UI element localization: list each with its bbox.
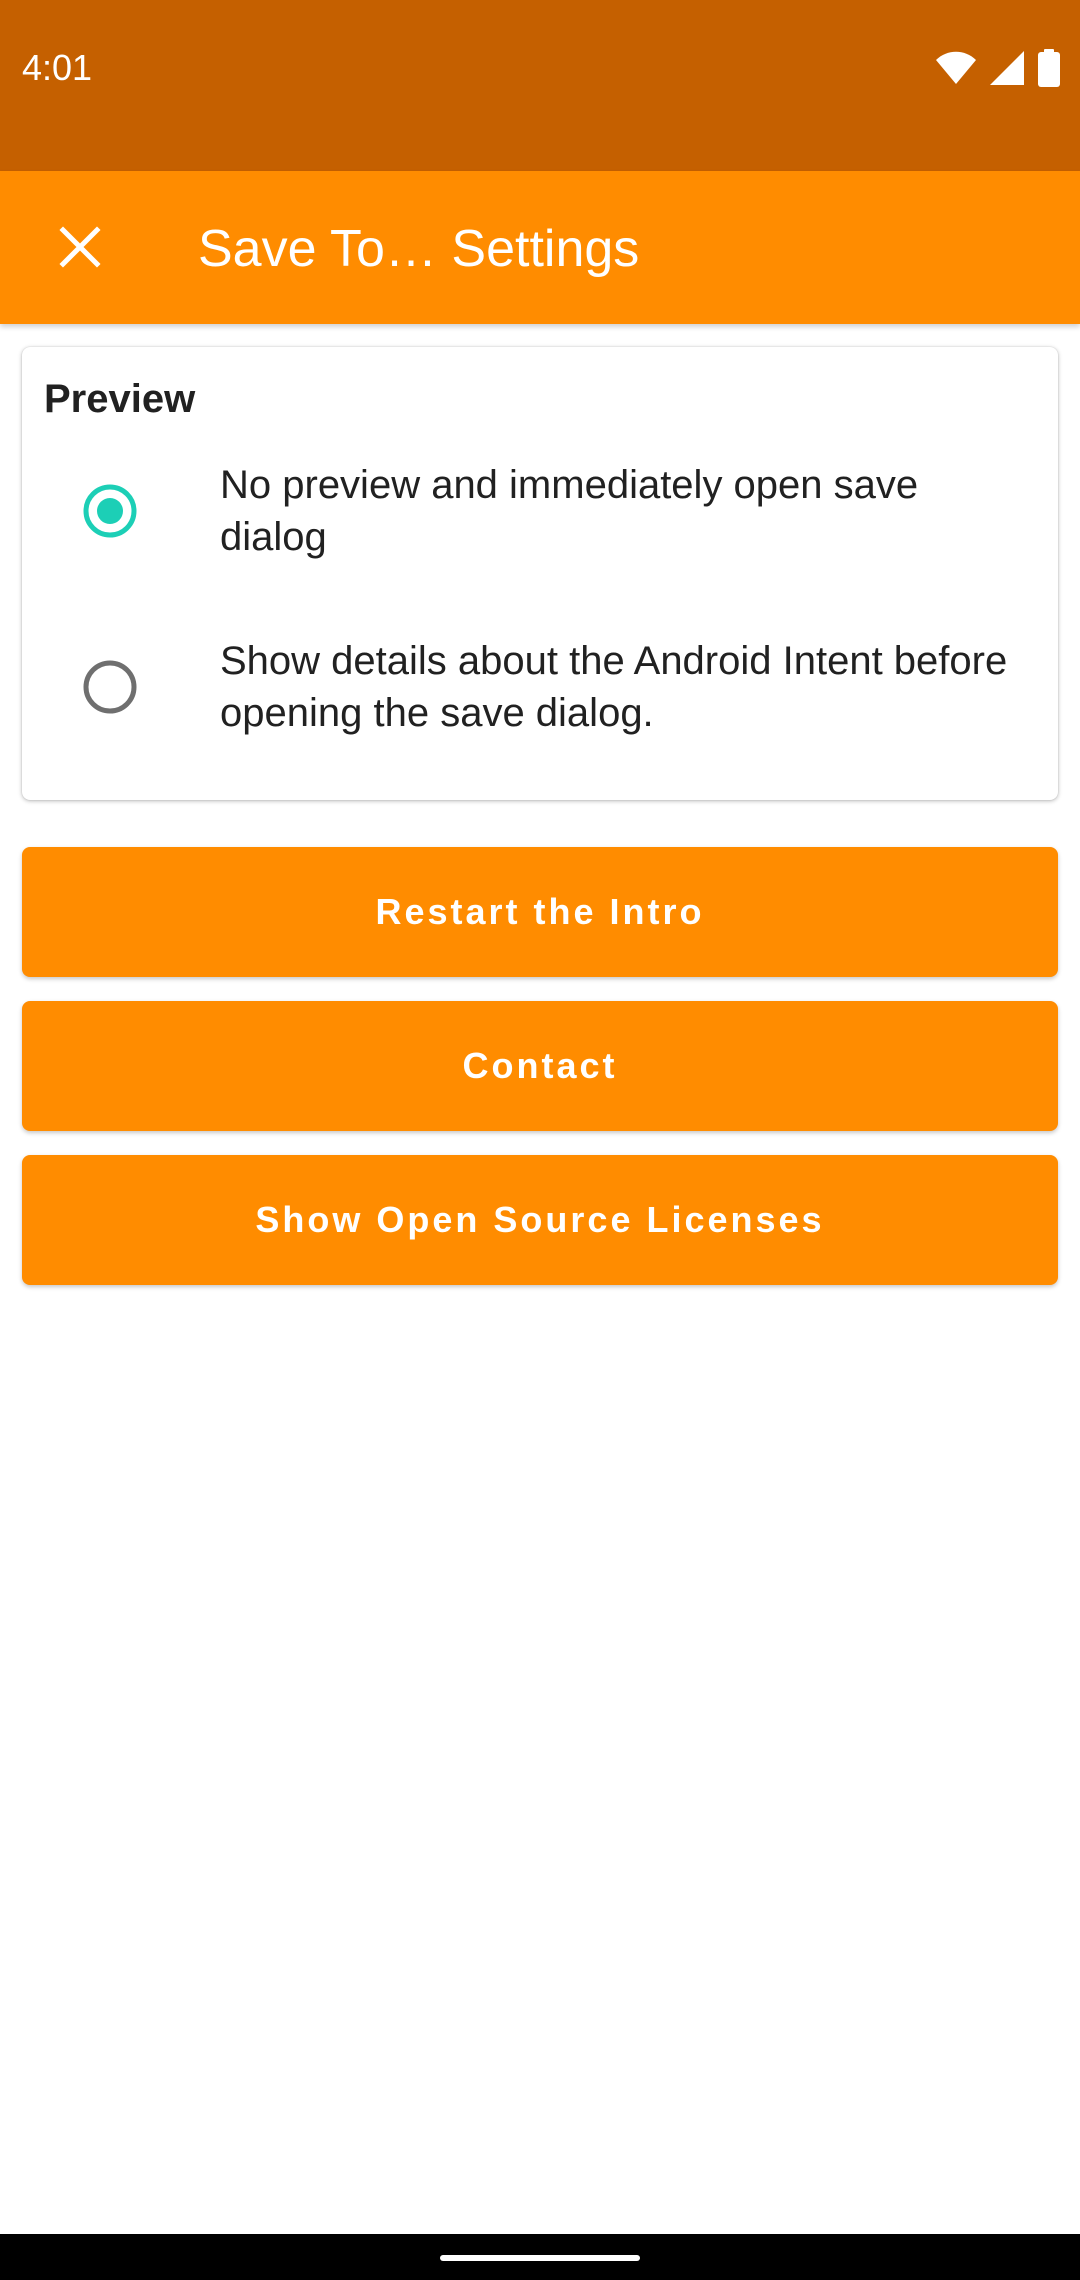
- wifi-icon: [936, 51, 976, 84]
- navigation-bar: [0, 2234, 1080, 2280]
- radio-button-unselected[interactable]: [82, 659, 138, 715]
- app-bar: Save To… Settings: [0, 171, 1080, 324]
- option-label: Show details about the Android Intent be…: [220, 639, 1008, 735]
- home-gesture-handle[interactable]: [440, 2255, 640, 2261]
- status-icons: [936, 48, 1060, 88]
- radio-button-selected[interactable]: [82, 483, 138, 539]
- preview-card-title: Preview: [44, 377, 196, 421]
- radio-checked-icon: [83, 484, 137, 538]
- radio-unchecked-icon: [83, 660, 137, 714]
- preview-option-show-details[interactable]: Show details about the Android Intent be…: [22, 607, 1058, 767]
- open-source-licenses-button[interactable]: Show Open Source Licenses: [22, 1155, 1058, 1285]
- status-bar: 4:01: [0, 0, 1080, 171]
- page-title: Save To… Settings: [198, 220, 640, 278]
- preview-option-no-preview[interactable]: No preview and immediately open save dia…: [22, 431, 1058, 591]
- contact-button[interactable]: Contact: [22, 1001, 1058, 1131]
- status-time: 4:01: [22, 47, 93, 88]
- close-button[interactable]: [40, 207, 120, 287]
- option-label: No preview and immediately open save dia…: [220, 463, 919, 559]
- preview-card: Preview No preview and immediately open …: [22, 347, 1058, 800]
- signal-icon: [990, 51, 1024, 85]
- close-icon: [59, 226, 101, 268]
- battery-icon: [1038, 49, 1060, 87]
- restart-intro-button[interactable]: Restart the Intro: [22, 847, 1058, 977]
